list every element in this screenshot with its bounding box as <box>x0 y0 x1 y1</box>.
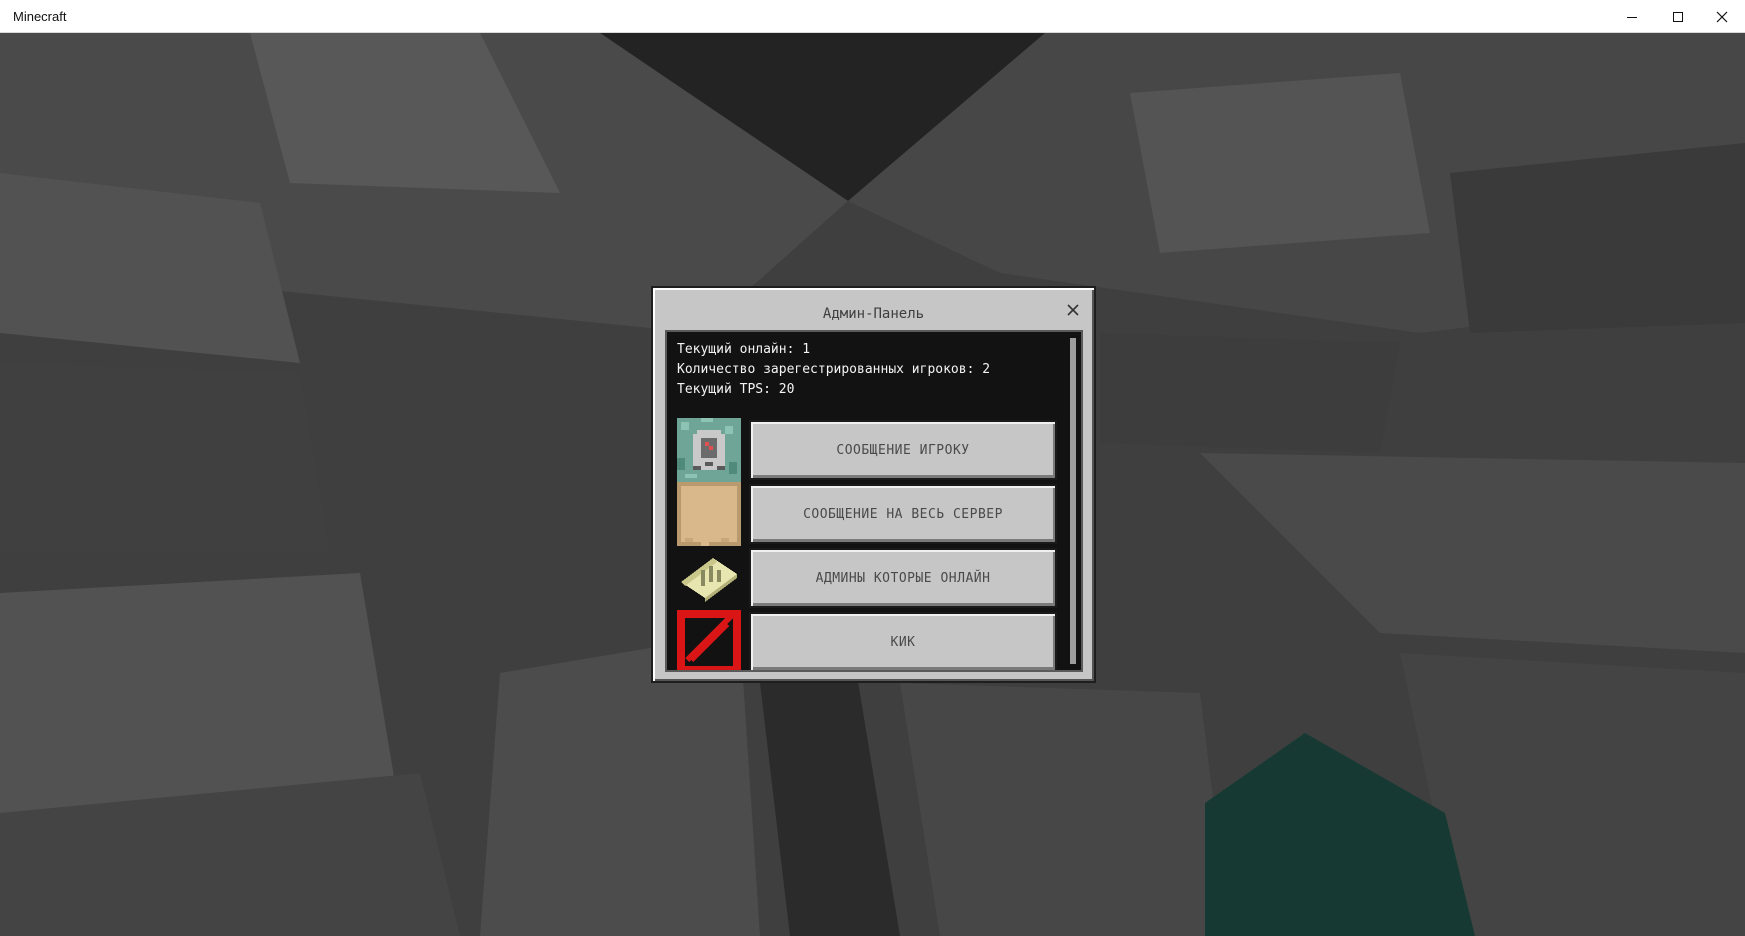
minimize-button[interactable] <box>1609 0 1655 33</box>
scrollbar[interactable] <box>1070 338 1076 664</box>
online-admins-button[interactable]: АДМИНЫ КОТОРЫЕ ОНЛАЙН <box>749 548 1057 608</box>
scrollbar-thumb[interactable] <box>1070 338 1076 664</box>
minimize-icon <box>1627 16 1637 18</box>
dialog-content-panel: Текущий онлайн: 1 Количество зарегестрир… <box>665 330 1083 672</box>
window-title: Minecraft <box>13 9 67 24</box>
kick-button[interactable]: КИК <box>749 612 1057 670</box>
window-titlebar: Minecraft <box>0 0 1745 33</box>
paper-scroll-icon <box>681 558 737 602</box>
dialog-close-button[interactable] <box>1064 301 1082 319</box>
admin-panel-dialog: Админ-Панель Текущий онлайн: 1 Количеств… <box>651 286 1096 683</box>
maximize-icon <box>1673 11 1683 22</box>
barrier-icon <box>677 610 741 670</box>
dialog-title: Админ-Панель <box>822 306 925 322</box>
tps-text: Текущий TPS: 20 <box>677 382 795 397</box>
command-block-icon <box>677 418 741 482</box>
registered-players-text: Количество зарегестрированных игроков: 2 <box>677 362 991 377</box>
close-icon <box>1067 304 1079 316</box>
close-icon <box>1716 11 1728 22</box>
map-paper-icon <box>677 482 741 546</box>
message-server-button[interactable]: СООБЩЕНИЕ НА ВЕСЬ СЕРВЕР <box>749 484 1057 544</box>
close-window-button[interactable] <box>1699 0 1745 33</box>
online-count-text: Текущий онлайн: 1 <box>677 342 811 357</box>
maximize-button[interactable] <box>1655 0 1701 33</box>
message-player-button[interactable]: СООБЩЕНИЕ ИГРОКУ <box>749 420 1057 480</box>
